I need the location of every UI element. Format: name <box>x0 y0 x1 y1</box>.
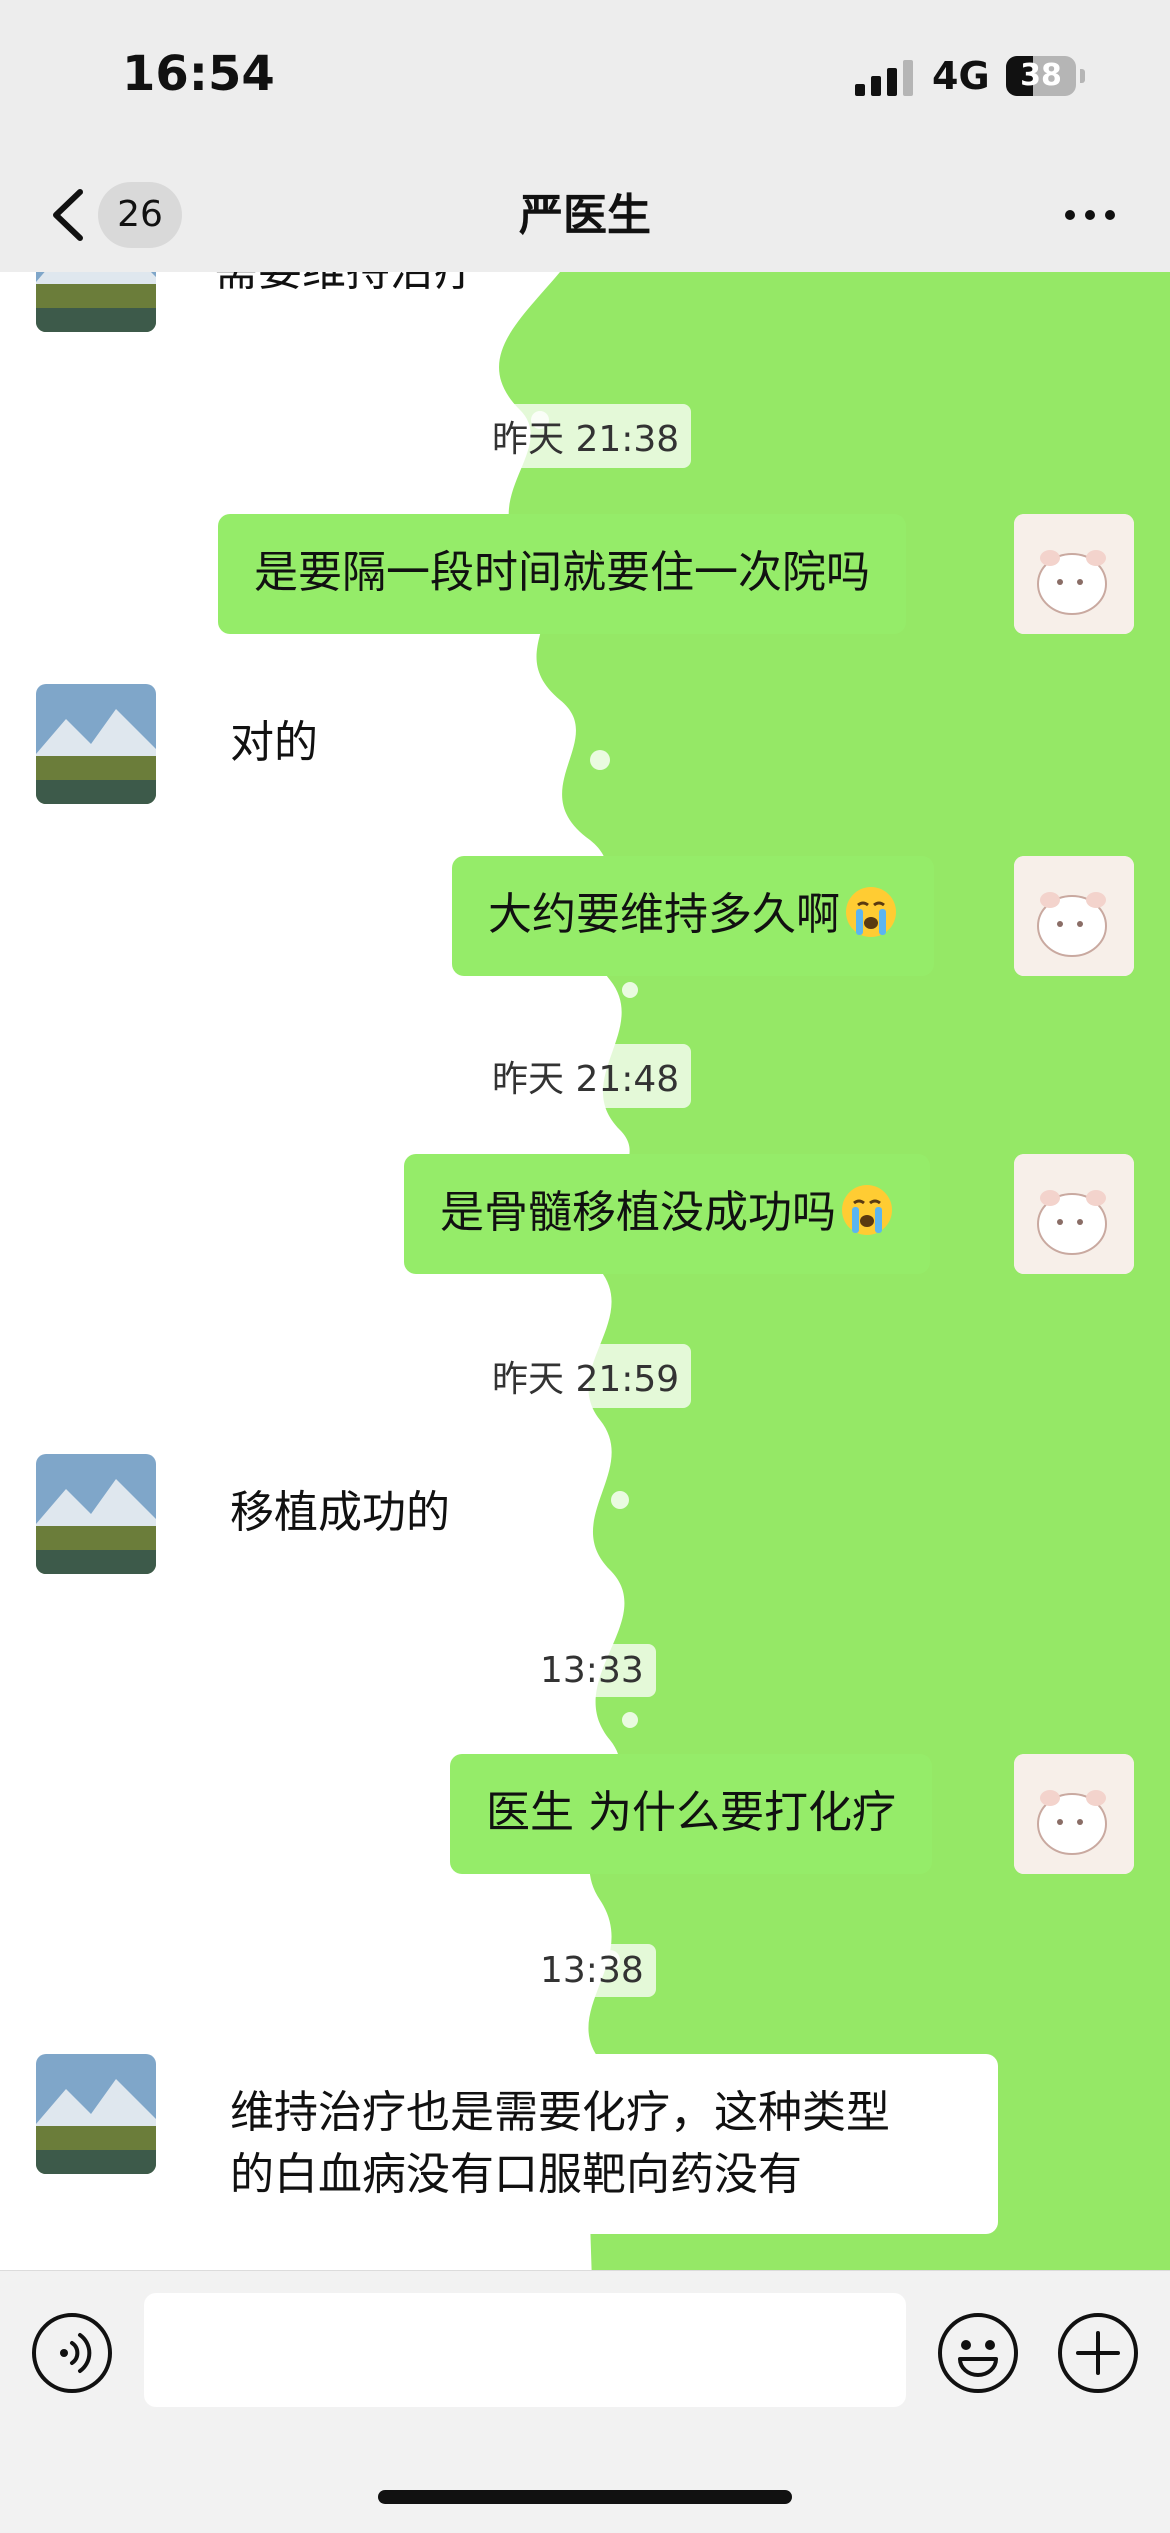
doctor-avatar[interactable] <box>36 2054 156 2174</box>
message-bubble-outgoing[interactable]: 是骨髓移植没成功吗 <box>404 1154 930 1274</box>
message-timestamp: 昨天 21:48 <box>480 1044 692 1108</box>
message-text: 大约要维持多久啊 <box>488 889 840 940</box>
voice-icon[interactable] <box>30 2311 114 2395</box>
message-bubble-outgoing[interactable]: 是要隔一段时间就要住一次院吗 <box>218 514 906 634</box>
home-indicator[interactable] <box>378 2490 792 2504</box>
battery-tip <box>1080 69 1085 83</box>
status-time: 16:54 <box>122 46 275 102</box>
message-text: 是骨髓移植没成功吗 <box>440 1187 836 1238</box>
message-timestamp: 昨天 21:59 <box>480 1344 692 1408</box>
page-title: 严医生 <box>519 190 651 241</box>
signal-icon <box>855 60 913 96</box>
crying-face-icon <box>846 887 896 937</box>
message-bubble-incoming[interactable]: 移植成功的 <box>194 1454 486 1574</box>
smiley-icon[interactable] <box>936 2311 1020 2395</box>
message-bubble-incoming[interactable]: 需要维持治疗 <box>178 272 514 302</box>
message-text-line: 维持治疗也是需要化疗，这种类型 <box>230 2087 890 2138</box>
plus-icon[interactable] <box>1056 2311 1140 2395</box>
message-timestamp: 13:33 <box>528 1644 656 1697</box>
message-text: 对的 <box>230 717 318 768</box>
message-bubble-outgoing[interactable]: 大约要维持多久啊 <box>452 856 934 976</box>
my-avatar[interactable] <box>1014 1754 1134 1874</box>
message-bubble-incoming[interactable]: 维持治疗也是需要化疗，这种类型 的白血病没有口服靶向药没有 <box>194 2054 998 2234</box>
battery-level: 38 <box>1020 58 1062 93</box>
doctor-avatar[interactable] <box>36 684 156 804</box>
message-text: 是要隔一段时间就要住一次院吗 <box>254 547 870 598</box>
message-text: 需要维持治疗 <box>214 272 478 296</box>
message-timestamp: 昨天 21:38 <box>480 404 692 468</box>
nav-bar: 26 严医生 <box>0 160 1170 272</box>
doctor-avatar[interactable] <box>36 1454 156 1574</box>
message-input[interactable] <box>144 2293 906 2407</box>
message-text-line: 的白血病没有口服靶向药没有 <box>230 2149 802 2200</box>
ellipsis-icon[interactable] <box>1060 200 1120 230</box>
status-bar: 16:54 4G 38 <box>0 0 1170 160</box>
chat-message-list[interactable]: 需要维持治疗 昨天 21:38 是要隔一段时间就要住一次院吗 对的 大约要维持多… <box>0 272 1170 2270</box>
message-bubble-outgoing[interactable]: 医生 为什么要打化疗 <box>450 1754 932 1874</box>
network-type: 4G <box>932 54 990 98</box>
message-text: 移植成功的 <box>230 1487 450 1538</box>
my-avatar[interactable] <box>1014 856 1134 976</box>
doctor-avatar[interactable] <box>36 272 156 332</box>
message-timestamp: 13:38 <box>528 1944 656 1997</box>
my-avatar[interactable] <box>1014 514 1134 634</box>
crying-face-icon <box>842 1185 892 1235</box>
my-avatar[interactable] <box>1014 1154 1134 1274</box>
message-text: 医生 为什么要打化疗 <box>486 1787 896 1838</box>
battery-icon: 38 <box>1006 56 1076 96</box>
message-bubble-incoming[interactable]: 对的 <box>194 684 354 804</box>
